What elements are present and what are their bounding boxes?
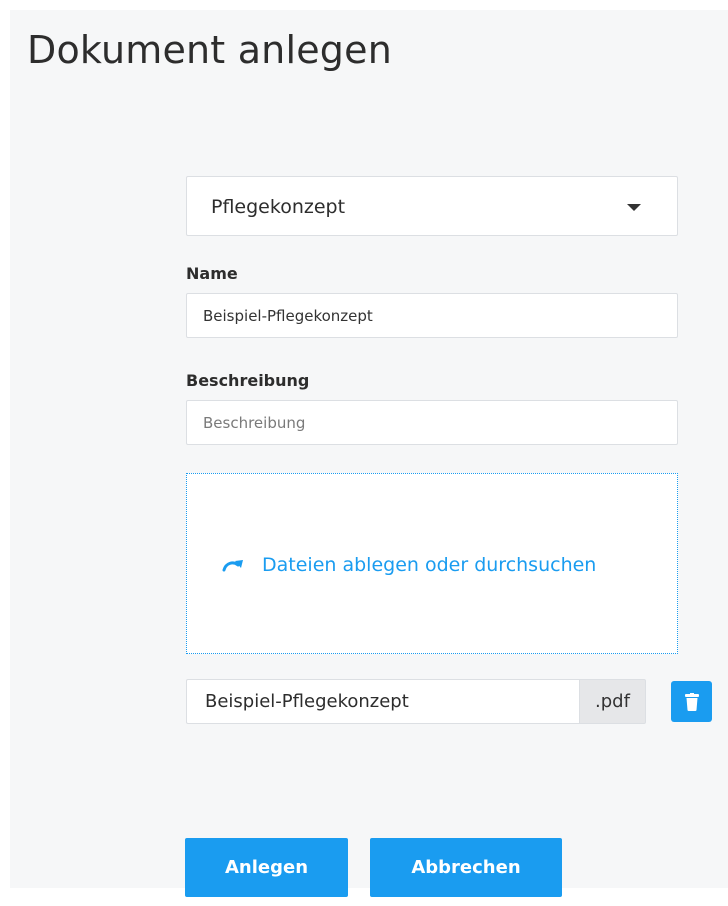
description-label: Beschreibung xyxy=(186,371,310,390)
form-panel xyxy=(10,10,728,888)
redo-arrow-icon xyxy=(222,560,243,572)
create-button[interactable]: Anlegen xyxy=(185,838,348,897)
file-extension-badge: .pdf xyxy=(579,679,646,724)
description-input[interactable] xyxy=(186,400,678,445)
trash-icon xyxy=(684,692,699,711)
page-title: Dokument anlegen xyxy=(27,28,392,72)
dropzone-text: Dateien ablegen oder durchsuchen xyxy=(262,554,597,576)
delete-file-button[interactable] xyxy=(671,681,712,722)
dropzone-content: Dateien ablegen oder durchsuchen xyxy=(222,554,596,576)
cancel-button[interactable]: Abbrechen xyxy=(370,838,562,897)
document-type-select[interactable]: Pflegekonzept xyxy=(186,176,678,236)
name-input[interactable] xyxy=(186,293,678,338)
caret-down-icon xyxy=(627,204,641,211)
file-name-input[interactable] xyxy=(186,679,579,724)
name-label: Name xyxy=(186,264,238,283)
file-dropzone[interactable]: Dateien ablegen oder durchsuchen xyxy=(186,473,678,654)
document-type-selected-value: Pflegekonzept xyxy=(211,196,346,218)
